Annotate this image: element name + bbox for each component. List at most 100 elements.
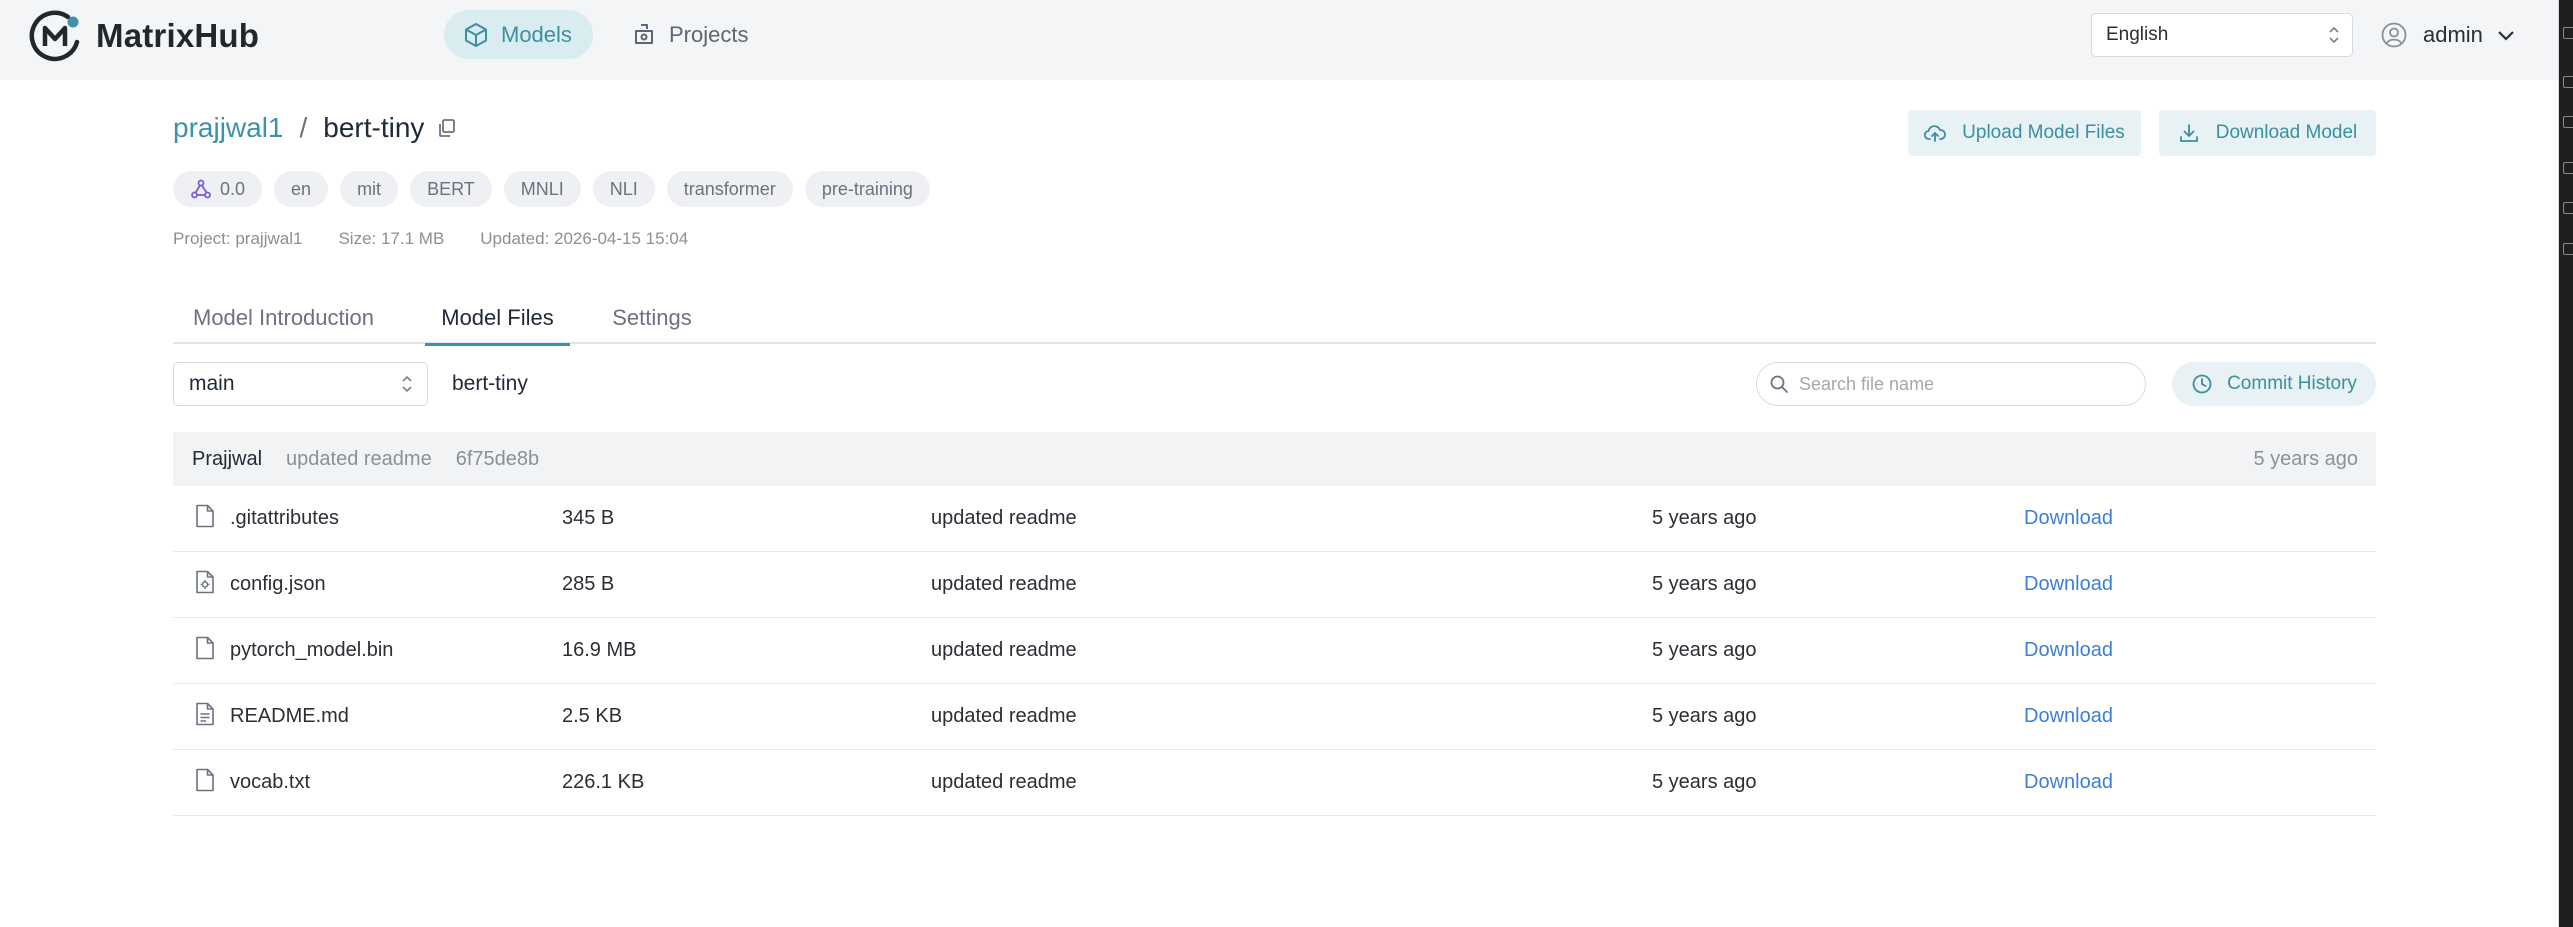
- language-value: English: [2106, 24, 2169, 45]
- download-link[interactable]: Download: [2024, 771, 2113, 794]
- file-icon: [196, 504, 214, 528]
- file-search: [1756, 362, 2146, 406]
- file-commit-message: updated readme: [931, 507, 1077, 529]
- download-link[interactable]: Download: [2024, 639, 2113, 662]
- file-commit-message: updated readme: [931, 771, 1077, 793]
- file-name[interactable]: config.json: [230, 573, 326, 596]
- user-menu[interactable]: admin: [2381, 13, 2515, 57]
- tag-version[interactable]: 0.0: [173, 171, 263, 207]
- search-input[interactable]: [1799, 373, 2129, 395]
- side-panel-icon: [2563, 243, 2573, 255]
- file-time: 5 years ago: [1652, 573, 1757, 595]
- meta-size: Size: 17.1 MB: [338, 229, 445, 248]
- tag-list: 0.0 en mit BERT MNLI NLI transformer pre…: [173, 171, 930, 207]
- file-row: pytorch_model.bin 16.9 MB updated readme…: [173, 618, 2376, 684]
- tab-model-introduction[interactable]: Model Introduction: [191, 295, 376, 344]
- top-header: MatrixHub Models Projects English admin: [0, 0, 2558, 80]
- clock-icon: [2192, 374, 2212, 394]
- file-row: vocab.txt 226.1 KB updated readme 5 year…: [173, 750, 2376, 816]
- file-icon: [196, 636, 214, 660]
- updown-chevron-icon: [402, 375, 412, 393]
- file-name[interactable]: vocab.txt: [230, 771, 310, 794]
- tab-model-files[interactable]: Model Files: [425, 295, 570, 346]
- side-panel-edge: [2559, 0, 2573, 927]
- branch-select[interactable]: main: [173, 362, 428, 406]
- repo-name: bert-tiny: [323, 112, 425, 143]
- file-size: 2.5 KB: [562, 705, 623, 727]
- tab-bar: Model Introduction Model Files Settings: [173, 295, 2376, 346]
- current-path: bert-tiny: [452, 372, 528, 395]
- download-model-button[interactable]: Download Model: [2159, 110, 2376, 156]
- download-link[interactable]: Download: [2024, 705, 2113, 728]
- updown-chevron-icon: [2329, 26, 2339, 44]
- file-name[interactable]: pytorch_model.bin: [230, 639, 393, 662]
- commit-history-label: Commit History: [2227, 373, 2357, 394]
- file-time: 5 years ago: [1652, 639, 1757, 661]
- file-commit-message: updated readme: [931, 573, 1077, 595]
- tag[interactable]: transformer: [666, 171, 793, 207]
- logo[interactable]: MatrixHub: [28, 7, 259, 65]
- upload-label: Upload Model Files: [1962, 122, 2125, 143]
- matrixhub-logo-icon: [29, 10, 80, 62]
- file-time: 5 years ago: [1652, 507, 1757, 529]
- repo-owner-link[interactable]: prajjwal1: [173, 112, 284, 144]
- side-panel-icon: [2563, 116, 2573, 128]
- cloud-upload-icon: [1924, 125, 1947, 142]
- commit-author: Prajjwal: [192, 447, 263, 470]
- side-panel-icon: [2563, 162, 2573, 174]
- tag-label: 0.0: [220, 178, 246, 199]
- file-name[interactable]: .gitattributes: [230, 507, 339, 530]
- branch-value: main: [189, 372, 235, 395]
- tag[interactable]: BERT: [410, 171, 492, 207]
- commit-history-button[interactable]: Commit History: [2172, 362, 2376, 406]
- tag[interactable]: mit: [340, 171, 399, 207]
- copy-icon[interactable]: [436, 117, 458, 139]
- file-row: .gitattributes 345 B updated readme 5 ye…: [173, 486, 2376, 552]
- search-icon: [1770, 375, 1788, 393]
- tag[interactable]: MNLI: [503, 171, 581, 207]
- language-select[interactable]: English: [2091, 13, 2353, 57]
- last-commit-bar: Prajjwal updated readme 6f75de8b 5 years…: [173, 432, 2376, 486]
- download-icon: [2179, 124, 2198, 142]
- file-row: README.md 2.5 KB updated readme 5 years …: [173, 684, 2376, 750]
- file-size: 16.9 MB: [562, 639, 637, 661]
- file-list: .gitattributes 345 B updated readme 5 ye…: [173, 486, 2376, 816]
- download-link[interactable]: Download: [2024, 507, 2113, 530]
- user-avatar-icon: [2381, 22, 2407, 48]
- file-row: config.json 285 B updated readme 5 years…: [173, 552, 2376, 618]
- network-icon: [191, 179, 211, 199]
- file-commit-message: updated readme: [931, 639, 1077, 661]
- side-panel-icon: [2563, 27, 2573, 39]
- upload-model-files-button[interactable]: Upload Model Files: [1908, 110, 2141, 156]
- file-name[interactable]: README.md: [230, 705, 349, 728]
- breadcrumb-separator: /: [299, 112, 308, 143]
- user-name: admin: [2423, 22, 2483, 47]
- tag[interactable]: pre-training: [804, 171, 930, 207]
- file-icon: [196, 768, 214, 792]
- config-file-icon: [196, 570, 214, 594]
- nav-models[interactable]: Models: [444, 10, 593, 59]
- meta-project: Project: prajjwal1: [173, 229, 303, 248]
- commit-hash[interactable]: 6f75de8b: [456, 448, 539, 471]
- repo-meta: Project: prajjwal1 Size: 17.1 MB Updated…: [173, 229, 724, 249]
- breadcrumb: prajjwal1 / bert-tiny: [173, 112, 458, 144]
- nav-projects[interactable]: Projects: [622, 10, 762, 59]
- app-name: MatrixHub: [96, 17, 260, 54]
- file-commit-message: updated readme: [931, 705, 1077, 727]
- meta-updated: Updated: 2026-04-15 15:04: [480, 229, 689, 248]
- commit-time: 5 years ago: [2253, 447, 2358, 470]
- nav-projects-label: Projects: [669, 21, 749, 47]
- tab-settings[interactable]: Settings: [605, 295, 699, 344]
- text-file-icon: [196, 702, 214, 726]
- file-size: 285 B: [562, 573, 615, 595]
- file-time: 5 years ago: [1652, 771, 1757, 793]
- tag[interactable]: NLI: [592, 171, 655, 207]
- file-size: 345 B: [562, 507, 615, 529]
- download-link[interactable]: Download: [2024, 573, 2113, 596]
- puzzle-icon: [635, 23, 653, 44]
- tag[interactable]: en: [274, 171, 329, 207]
- side-panel-icon: [2563, 76, 2573, 88]
- file-size: 226.1 KB: [562, 771, 645, 793]
- file-time: 5 years ago: [1652, 705, 1757, 727]
- commit-message: updated readme: [286, 447, 432, 470]
